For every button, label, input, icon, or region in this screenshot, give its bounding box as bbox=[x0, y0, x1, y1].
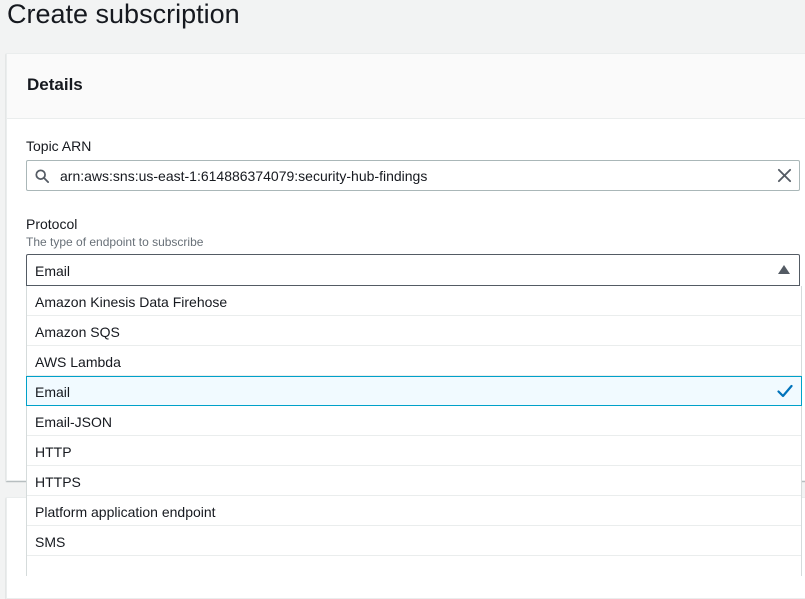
caret-up-icon bbox=[778, 265, 790, 274]
option-label: Email-JSON bbox=[35, 414, 113, 430]
option-label: Platform application endpoint bbox=[35, 504, 216, 520]
protocol-option-email-json[interactable]: Email-JSON bbox=[27, 406, 801, 436]
option-label: HTTPS bbox=[35, 474, 81, 490]
checkmark-icon bbox=[777, 384, 793, 398]
topic-arn-input[interactable]: arn:aws:sns:us-east-1:614886374079:secur… bbox=[26, 160, 800, 191]
protocol-option-email[interactable]: Email bbox=[26, 376, 802, 406]
option-label: Email bbox=[35, 384, 71, 400]
option-label: Amazon Kinesis Data Firehose bbox=[35, 294, 228, 310]
protocol-option-platform-endpoint[interactable]: Platform application endpoint bbox=[27, 496, 801, 526]
details-header: Details bbox=[7, 54, 805, 119]
option-label: HTTP bbox=[35, 444, 72, 460]
protocol-label: Protocol bbox=[26, 216, 78, 232]
protocol-option-firehose[interactable]: Amazon Kinesis Data Firehose bbox=[27, 286, 801, 316]
option-label: Amazon SQS bbox=[35, 324, 120, 340]
details-title: Details bbox=[27, 75, 83, 94]
protocol-description: The type of endpoint to subscribe bbox=[26, 235, 204, 249]
protocol-option-lambda[interactable]: AWS Lambda bbox=[27, 346, 801, 376]
option-label: SMS bbox=[35, 534, 66, 550]
protocol-option-sqs[interactable]: Amazon SQS bbox=[27, 316, 801, 346]
option-label: AWS Lambda bbox=[35, 354, 121, 370]
page-title: Create subscription bbox=[7, 0, 240, 29]
protocol-option-http[interactable]: HTTP bbox=[27, 436, 801, 466]
protocol-option-sms[interactable]: SMS bbox=[27, 526, 801, 556]
topic-arn-value: arn:aws:sns:us-east-1:614886374079:secur… bbox=[60, 168, 428, 184]
close-icon[interactable] bbox=[777, 168, 792, 183]
protocol-option-https[interactable]: HTTPS bbox=[27, 466, 801, 496]
search-icon bbox=[35, 169, 49, 183]
topic-arn-label: Topic ARN bbox=[26, 138, 92, 154]
protocol-dropdown-list: Amazon Kinesis Data Firehose Amazon SQS … bbox=[26, 286, 802, 576]
protocol-select-value: Email bbox=[35, 263, 71, 279]
protocol-select[interactable]: Email bbox=[26, 254, 800, 286]
